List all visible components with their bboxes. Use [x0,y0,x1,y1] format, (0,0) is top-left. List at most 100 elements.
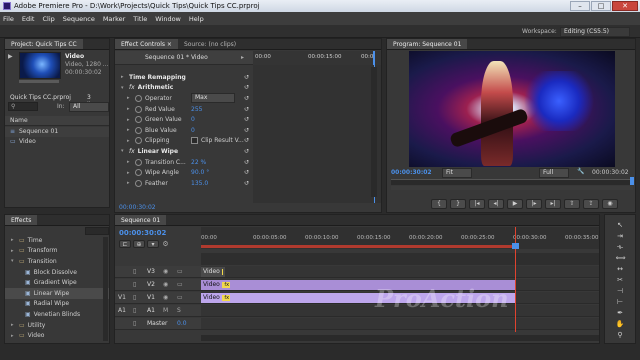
lock-icon[interactable]: ▯ [133,320,136,327]
effect-property-value[interactable]: 0 [191,116,195,123]
disclosure-triangle-icon[interactable]: ▸ [11,237,19,243]
tab-project[interactable]: Project: Quick Tips CC [5,39,83,49]
operator-dropdown[interactable]: Max [191,93,235,104]
link-icon[interactable]: ⊕ [133,240,145,248]
slide-tool-icon[interactable]: ⊢ [616,298,625,307]
track-header-v1[interactable]: V1 ▯ V1 ◉ ▭ [115,292,201,304]
go-to-in-button[interactable]: |◂ [469,199,485,209]
pen-tool-icon[interactable]: ✒ [616,309,625,318]
collapse-arrow-icon[interactable]: ▸ [241,54,244,61]
clip-v3[interactable]: Video fx [201,267,225,285]
effect-property-value[interactable]: 22 % [191,159,206,166]
reset-icon[interactable]: ↺ [244,84,249,91]
tab-effects[interactable]: Effects [5,215,38,225]
stopwatch-icon[interactable] [135,116,142,124]
menu-marker[interactable]: Marker [103,15,125,23]
tab-source[interactable]: Source: (no clips) [178,39,242,49]
fx-toggle-icon[interactable]: fx [129,148,135,155]
stopwatch-icon[interactable] [135,169,142,177]
wrench-icon[interactable]: ⚙ [161,240,170,249]
effects-scrollbar[interactable] [103,237,108,341]
lock-icon[interactable]: ▯ [133,307,136,314]
effect-row-blue-value[interactable]: ▸ Blue Value 0 ↺ [115,125,253,136]
zoom-scroll-bar[interactable] [391,186,633,190]
menu-title[interactable]: Title [133,15,147,23]
program-playhead[interactable] [630,177,634,185]
stopwatch-icon[interactable] [135,137,142,145]
ripple-edit-tool-icon[interactable]: ⟛ [616,243,625,252]
tab-effect-controls[interactable]: Effect Controls × [115,39,178,49]
eye-icon[interactable]: ◉ [163,268,168,275]
disclosure-triangle-icon[interactable]: ▸ [127,180,135,186]
name-column-header[interactable]: Name [5,116,109,126]
track-header-master[interactable]: ▯ Master 0.0 [115,318,201,330]
resolution-dropdown[interactable]: Full [539,168,569,178]
disclosure-triangle-icon[interactable]: ▸ [127,106,135,112]
clip-result-checkbox[interactable] [191,137,198,145]
zoom-tool-icon[interactable]: ⚲ [616,331,625,340]
slip-tool-icon[interactable]: ⊣ [616,287,625,296]
effects-item-linear-wipe[interactable]: ▣ Linear Wipe [5,287,109,299]
mark-in-button[interactable]: { [431,199,447,209]
program-scrub-bar[interactable] [391,177,634,185]
effects-item-utility[interactable]: ▸ ▭ Utility [5,320,109,331]
disclosure-triangle-icon[interactable]: ▸ [127,170,135,176]
mini-timeline-ruler[interactable]: 00:00 00:00:15:00 00:0 [253,51,381,65]
master-volume[interactable]: 0.0 [177,320,187,327]
effects-item-venetian-blinds[interactable]: ▣ Venetian Blinds [5,309,109,320]
eye-icon[interactable]: ◉ [163,281,168,288]
effect-property-value[interactable]: 255 [191,106,202,113]
reset-icon[interactable]: ↺ [244,180,249,187]
lock-icon[interactable]: ▯ [133,268,136,275]
stopwatch-icon[interactable] [135,94,142,102]
disclosure-triangle-icon[interactable]: ▸ [121,74,129,80]
tab-program[interactable]: Program: Sequence 01 [387,39,468,49]
sync-lock-icon[interactable]: ▭ [177,281,183,288]
step-back-button[interactable]: ◂| [488,199,504,209]
extract-button[interactable]: ⇪ [583,199,599,209]
disclosure-triangle-icon[interactable]: ▸ [127,117,135,123]
effects-item-transform[interactable]: ▸ ▭ Transform [5,246,109,257]
reset-icon[interactable]: ↺ [244,116,249,123]
reset-icon[interactable]: ↺ [244,106,249,113]
effect-property-value[interactable]: 135.0 [191,180,208,187]
snap-icon[interactable]: ⊏ [119,240,131,248]
rate-stretch-tool-icon[interactable]: ↔ [616,265,625,274]
thumb-scrubber[interactable] [19,80,59,83]
rolling-edit-tool-icon[interactable]: ⟺ [616,254,626,263]
lock-icon[interactable]: ▯ [133,281,136,288]
effect-row-wipe-angle[interactable]: ▸ Wipe Angle 90.0 ° ↺ [115,167,253,178]
stopwatch-icon[interactable] [135,126,142,134]
reset-icon[interactable]: ↺ [244,127,249,134]
timeline-timecode[interactable]: 00:00:30:02 [119,229,166,237]
play-button[interactable]: ▶ [507,199,523,209]
eye-icon[interactable]: ◉ [163,294,168,301]
stopwatch-icon[interactable] [135,158,142,166]
marker-icon[interactable]: ▾ [147,240,159,248]
track-header-v2[interactable]: ▯ V2 ◉ ▭ [115,279,201,291]
ec-scrollbar[interactable] [371,67,377,197]
solo-icon[interactable]: S [177,307,181,314]
play-thumb-icon[interactable]: ▶ [8,53,16,61]
effect-row-linear-wipe[interactable]: ▾ fx Linear Wipe ↺ [115,146,253,157]
workspace-dropdown[interactable]: Editing (CS5.5) [560,27,630,37]
effect-row-transition-c[interactable]: ▸ Transition C... 22 % ↺ [115,157,253,168]
stopwatch-icon[interactable] [135,179,142,187]
search-input[interactable]: ⚲ [8,102,38,111]
reset-icon[interactable]: ↺ [244,148,249,155]
menu-file[interactable]: File [3,15,14,23]
sync-lock-icon[interactable]: ▭ [177,294,183,301]
keyframe-area[interactable] [253,65,381,203]
effects-item-transition[interactable]: ▾ ▭ Transition [5,256,109,267]
track-header-v3[interactable]: ▯ V3 ◉ ▭ [115,266,201,278]
mark-out-button[interactable]: } [450,199,466,209]
effects-search-input[interactable] [85,227,109,235]
disclosure-triangle-icon[interactable]: ▸ [127,95,135,101]
effect-row-operator[interactable]: ▸ Operator Max ↺ [115,93,253,104]
effects-item-radial-wipe[interactable]: ▣ Radial Wipe [5,299,109,310]
selection-tool-icon[interactable]: ↖ [616,221,625,230]
disclosure-triangle-icon[interactable]: ▸ [11,333,19,339]
menu-window[interactable]: Window [155,15,181,23]
disclosure-triangle-icon[interactable]: ▸ [127,138,135,144]
tab-sequence[interactable]: Sequence 01 [115,215,167,225]
